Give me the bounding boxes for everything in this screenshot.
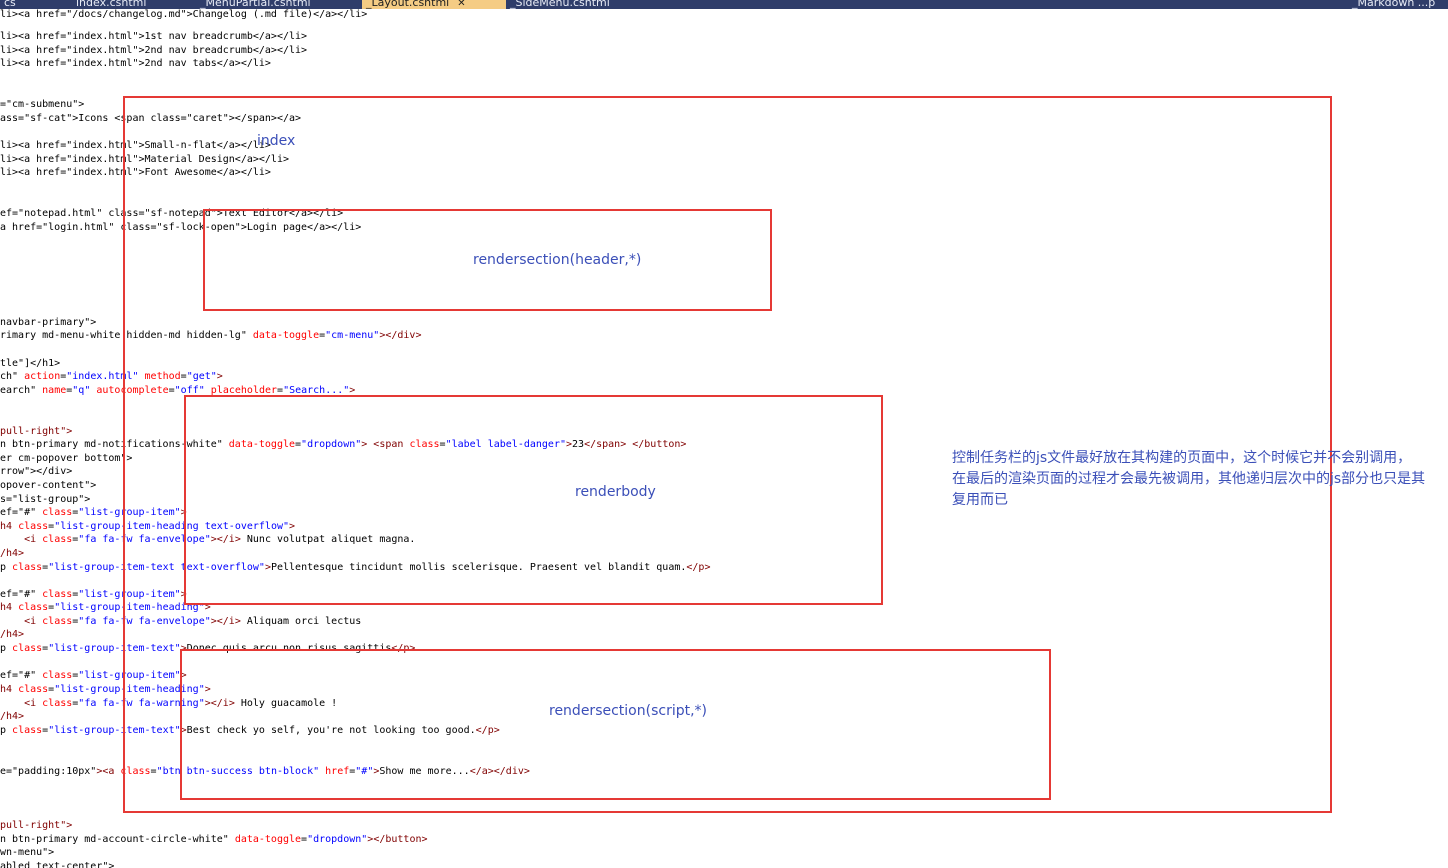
code-token: er cm-popover bottom"> — [0, 453, 133, 464]
code-token: e="padding:10px" — [0, 766, 97, 777]
code-token: <i — [24, 616, 43, 627]
code-token: class — [18, 684, 49, 695]
code-token: earch" — [0, 385, 43, 396]
rendersection-script-label: rendersection(script,*) — [549, 703, 707, 719]
code-token: li><a href="index.html">1st nav breadcru… — [0, 31, 308, 42]
code-token: data-toggle — [234, 834, 302, 845]
tab-menupartial-cshtml[interactable]: _MenuPartial.cshtml — [196, 0, 311, 9]
code-line: li><a href="index.html">1st nav breadcru… — [0, 31, 307, 43]
code-token: <i — [24, 534, 43, 545]
code-line: abled text-center"> — [0, 861, 114, 868]
code-token: class — [42, 670, 73, 681]
code-token: ></button> — [367, 834, 428, 845]
annotation-note: 控制任务栏的js文件最好放在其构建的页面中，这个时候它并不会别调用， 在最后的渲… — [952, 448, 1438, 511]
code-token: /h4> — [0, 548, 25, 559]
code-token: navbar-primary"> — [0, 317, 97, 328]
code-token: p — [0, 643, 13, 654]
code-token: wn-menu"> — [0, 847, 55, 858]
tab-sidemenu-cshtml[interactable]: _SideMenu.cshtml — [506, 0, 610, 9]
code-token: "dropdown" — [307, 834, 368, 845]
rendersection-header-label: rendersection(header,*) — [473, 252, 642, 268]
code-token: h4 — [0, 684, 19, 695]
code-token: class — [18, 602, 49, 613]
code-token: <i — [24, 698, 43, 709]
code-token: h4 — [0, 521, 19, 532]
code-line: tle"]</h1> — [0, 358, 60, 370]
index-label: index — [257, 133, 296, 149]
code-token: class — [42, 589, 73, 600]
code-line: li><a href="index.html">2nd nav tabs</a>… — [0, 58, 271, 70]
code-token: li><a href="/docs/changelog.md">Changelo… — [0, 9, 368, 20]
code-line: rrow"></div> — [0, 466, 72, 478]
code-line: /h4> — [0, 629, 24, 641]
code-line: /h4> — [0, 711, 24, 723]
code-line: ="cm-submenu"> — [0, 99, 84, 111]
code-line: navbar-primary"> — [0, 317, 96, 329]
body-region — [184, 395, 883, 605]
renderbody-label: renderbody — [575, 484, 656, 500]
code-line: /h4> — [0, 548, 24, 560]
note-line-1: 控制任务栏的js文件最好放在其构建的页面中，这个时候它并不会别调用， — [952, 450, 1412, 466]
code-token: pull-right"> — [0, 426, 73, 437]
code-token: h4 — [0, 602, 19, 613]
code-token: ef="#" — [0, 507, 43, 518]
code-token: opover-content"> — [0, 480, 97, 491]
code-token: class — [12, 643, 43, 654]
code-line: wn-menu"> — [0, 847, 54, 859]
code-line: er cm-popover bottom"> — [0, 453, 132, 465]
code-token: class — [42, 507, 73, 518]
code-token: ef="#" — [0, 670, 43, 681]
tab-layout-cshtml[interactable]: _Layout.cshtml ✕ — [362, 0, 506, 9]
editor-tab-bar: cs index.cshtml _MenuPartial.cshtml _Lay… — [0, 0, 1448, 9]
code-line: s="list-group"> — [0, 494, 90, 506]
script-section-region — [180, 649, 1051, 800]
code-token: rrow"></div> — [0, 466, 73, 477]
code-line: opover-content"> — [0, 480, 96, 492]
code-token: p — [0, 725, 13, 736]
code-token: class — [42, 616, 73, 627]
tab-layout-label: _Layout.cshtml — [366, 0, 450, 9]
tab-markdown[interactable]: _Markdown ...p — [1348, 0, 1435, 9]
code-token: /h4> — [0, 711, 25, 722]
code-token: name — [42, 385, 67, 396]
code-token: ef="#" — [0, 589, 43, 600]
code-line: li><a href="index.html">2nd nav breadcru… — [0, 45, 307, 57]
tab-index-cshtml[interactable]: index.cshtml — [72, 0, 146, 9]
code-token: s="list-group"> — [0, 494, 91, 505]
code-token: "q" — [72, 385, 91, 396]
code-token: pull-right"> — [0, 820, 73, 831]
code-token: /h4> — [0, 629, 25, 640]
code-line: pull-right"> — [0, 426, 72, 438]
code-token: action — [24, 371, 61, 382]
code-line: li><a href="/docs/changelog.md">Changelo… — [0, 9, 367, 21]
code-line: pull-right"> — [0, 820, 72, 832]
code-token: class — [12, 562, 43, 573]
code-token: p — [0, 562, 13, 573]
code-token: ="cm-submenu"> — [0, 99, 85, 110]
note-line-2: 在最后的渲染页面的过程才会最先被调用，其他递归层次中的js部分也只是其复用而已 — [952, 471, 1426, 508]
code-token: class — [42, 534, 73, 545]
code-token: n btn-primary md-account-circle-white" — [0, 834, 235, 845]
code-token: ch" — [0, 371, 25, 382]
code-line: n btn-primary md-account-circle-white" d… — [0, 834, 428, 846]
code-token: class — [18, 521, 49, 532]
code-token: li><a href="index.html">2nd nav tabs</a>… — [0, 58, 271, 69]
close-icon[interactable]: ✕ — [457, 0, 465, 9]
code-token: tle"]</h1> — [0, 358, 61, 369]
code-token: class — [42, 698, 73, 709]
code-token: abled text-center"> — [0, 861, 115, 868]
code-token: class — [12, 725, 43, 736]
code-token: li><a href="index.html">2nd nav breadcru… — [0, 45, 308, 56]
code-token: ><a — [96, 766, 121, 777]
tab-cs[interactable]: cs — [0, 0, 16, 9]
